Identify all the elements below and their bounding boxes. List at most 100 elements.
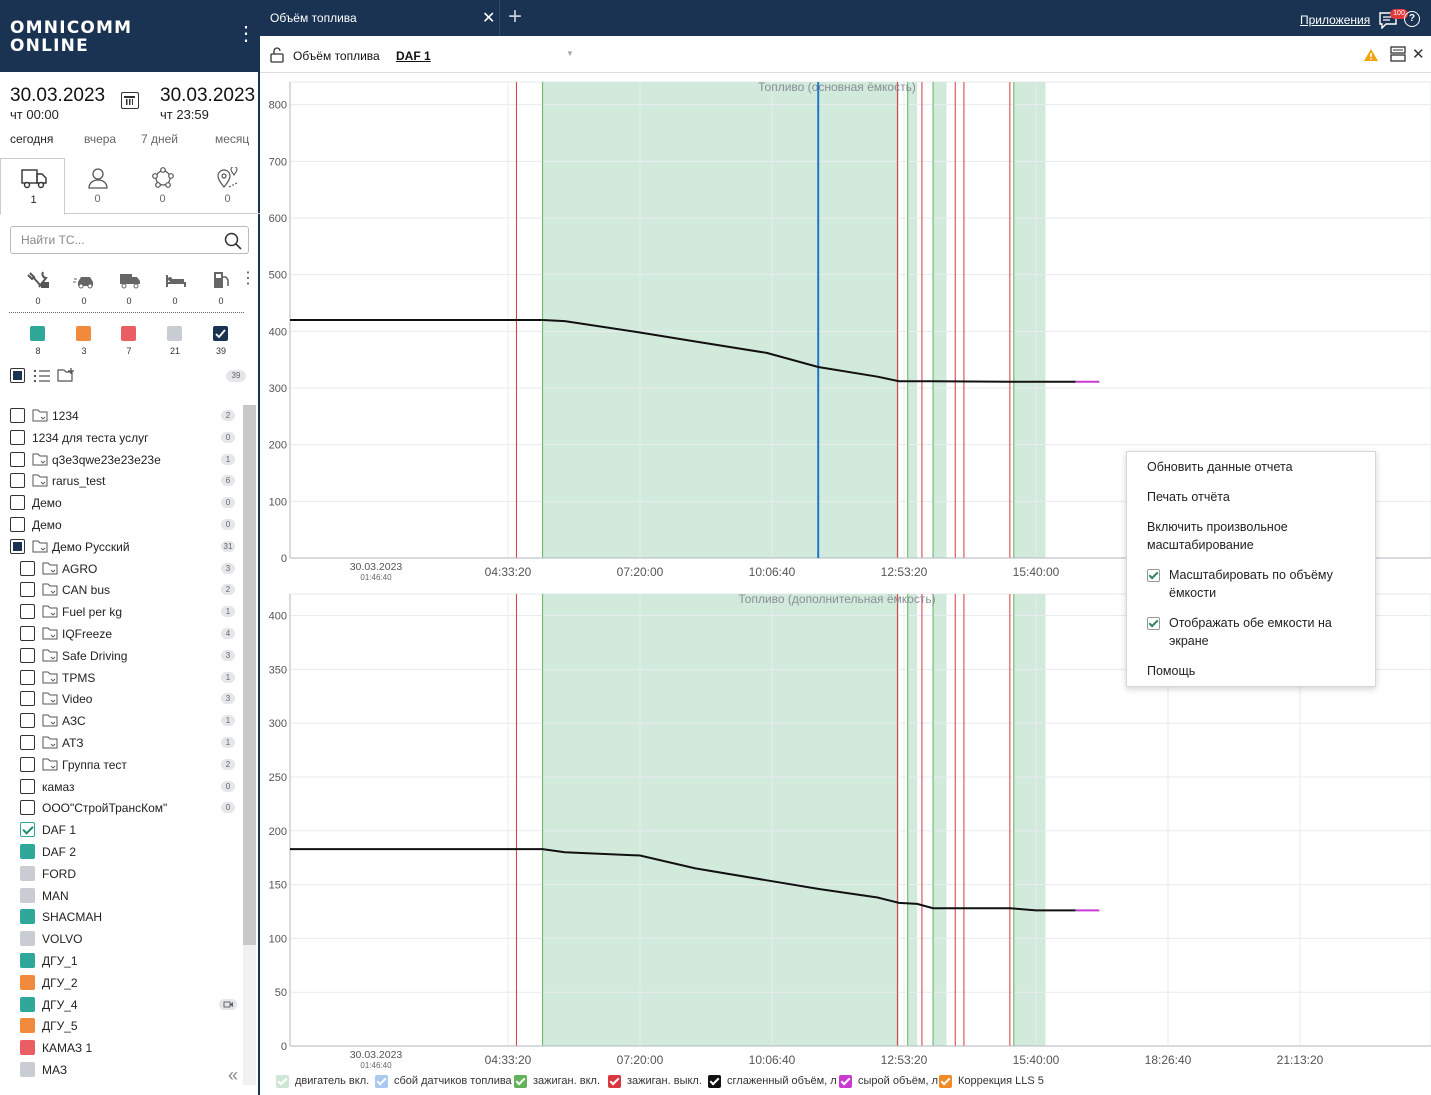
menu-item-show-both-tanks[interactable]: Отображать обе емкости на экране xyxy=(1147,614,1362,650)
tab-drivers[interactable]: 0 xyxy=(65,158,130,214)
tree-row[interactable]: АЗС 1 xyxy=(0,710,240,731)
menu-item-scale-by-tank[interactable]: Масштабировать по объёму ёмкости xyxy=(1147,566,1362,602)
tree-checkbox[interactable] xyxy=(20,626,35,641)
vehicle-color-checkbox[interactable] xyxy=(20,931,35,947)
more-filters-icon[interactable]: ⋮ xyxy=(240,268,256,288)
truck-parked-icon[interactable] xyxy=(118,270,142,290)
vehicle-color-checkbox[interactable] xyxy=(20,953,35,968)
tab-fuel-volume[interactable]: Объём топлива ✕ xyxy=(260,0,500,36)
legend-checkbox[interactable] xyxy=(608,1075,621,1088)
car-moving-icon[interactable] xyxy=(73,270,97,290)
menu-item-refresh[interactable]: Обновить данные отчета xyxy=(1147,458,1362,476)
layout-split-icon[interactable] xyxy=(1390,46,1406,62)
legend-checkbox[interactable] xyxy=(839,1075,852,1088)
legend-checkbox[interactable] xyxy=(514,1075,527,1088)
period-today[interactable]: сегодня xyxy=(10,132,53,146)
color-filter-grey[interactable] xyxy=(167,326,182,341)
period-yesterday[interactable]: вчера xyxy=(84,132,116,146)
unlock-icon[interactable] xyxy=(270,47,284,63)
close-report-icon[interactable]: ✕ xyxy=(1412,45,1425,63)
tree-checkbox[interactable] xyxy=(20,647,35,663)
vehicle-color-checkbox[interactable] xyxy=(20,996,35,1012)
tree-row[interactable]: 1234 2 xyxy=(0,405,240,426)
vehicle-color-checkbox[interactable] xyxy=(20,1040,35,1056)
search-icon[interactable] xyxy=(224,232,242,250)
tree-checkbox[interactable] xyxy=(20,560,35,576)
period-start[interactable]: 30.03.2023 чт 00:00 xyxy=(10,85,105,122)
tree-row[interactable]: КАМАЗ 1 xyxy=(0,1037,240,1058)
tab-vehicles[interactable]: 1 xyxy=(0,158,65,215)
tree-row[interactable]: rarus_test 6 xyxy=(0,470,240,491)
tree-row[interactable]: DAF 1 xyxy=(0,819,240,840)
close-tab-icon[interactable]: ✕ xyxy=(482,8,495,28)
tree-row[interactable]: Fuel per kg 1 xyxy=(0,601,240,622)
video-camera-icon[interactable] xyxy=(219,998,237,1010)
vehicle-color-checkbox[interactable] xyxy=(20,974,35,990)
tree-row[interactable]: Safe Driving 3 xyxy=(0,645,240,666)
tree-row[interactable]: ДГУ_5 xyxy=(0,1015,240,1036)
tree-row[interactable]: CAN bus 2 xyxy=(0,579,240,600)
tree-row[interactable]: ДГУ_4 xyxy=(0,994,240,1015)
tab-geozones[interactable]: 0 xyxy=(195,158,260,214)
tree-row[interactable]: Демо 0 xyxy=(0,492,240,513)
legend-checkbox[interactable] xyxy=(276,1075,289,1088)
tree-checkbox[interactable] xyxy=(20,735,35,750)
legend-checkbox[interactable] xyxy=(708,1075,721,1088)
tree-checkbox[interactable] xyxy=(20,713,35,729)
list-view-icon[interactable] xyxy=(33,368,51,384)
apps-link[interactable]: Приложения xyxy=(1300,13,1370,27)
tree-row[interactable]: ДГУ_2 xyxy=(0,972,240,993)
menu-item-help[interactable]: Помощь xyxy=(1147,662,1362,680)
vehicle-checkbox[interactable] xyxy=(20,822,35,838)
tree-row[interactable]: камаз 0 xyxy=(0,776,240,797)
vehicle-select[interactable]: DAF 1 xyxy=(396,49,431,63)
tree-row[interactable]: Демо 0 xyxy=(0,514,240,535)
vehicle-color-checkbox[interactable] xyxy=(20,1062,35,1077)
tree-row[interactable]: q3e3qwe23e23e23e 1 xyxy=(0,449,240,470)
add-folder-icon[interactable] xyxy=(57,367,75,384)
tree-checkbox[interactable] xyxy=(20,582,35,598)
tree-checkbox[interactable] xyxy=(10,451,25,467)
tree-checkbox[interactable] xyxy=(10,408,25,423)
tree-checkbox[interactable] xyxy=(10,517,25,532)
tree-checkbox[interactable] xyxy=(10,495,25,511)
scale-by-tank-checkbox[interactable] xyxy=(1147,569,1160,582)
tree-row[interactable]: IQFreeze 4 xyxy=(0,623,240,644)
color-filter-red[interactable] xyxy=(121,326,136,341)
color-filter-orange[interactable] xyxy=(76,326,91,341)
tree-row[interactable]: SHACMAH xyxy=(0,906,240,927)
add-tab-icon[interactable]: + xyxy=(508,3,522,31)
vehicle-color-checkbox[interactable] xyxy=(20,887,35,903)
tree-row[interactable]: АТЗ 1 xyxy=(0,732,240,753)
tree-checkbox[interactable] xyxy=(20,691,35,707)
group-checkbox[interactable] xyxy=(10,538,25,554)
tree-checkbox[interactable] xyxy=(10,429,25,445)
tree-checkbox[interactable] xyxy=(20,778,35,794)
tree-row[interactable]: DAF 2 xyxy=(0,841,240,862)
tree-row[interactable]: MAN xyxy=(0,885,240,906)
tree-checkbox[interactable] xyxy=(20,604,35,620)
sidebar-menu-icon[interactable]: ⋮ xyxy=(236,24,256,44)
collapse-sidebar-icon[interactable]: « xyxy=(228,1065,238,1086)
period-month[interactable]: месяц xyxy=(215,132,249,146)
tree-row[interactable]: Демо Русский 31 xyxy=(0,536,240,557)
tree-row[interactable]: 1234 для теста услуг 0 xyxy=(0,427,240,448)
warning-icon[interactable] xyxy=(1363,48,1379,62)
fuel-station-icon[interactable] xyxy=(210,270,234,290)
help-icon[interactable]: ? xyxy=(1404,11,1420,27)
tree-row[interactable]: Video 3 xyxy=(0,688,240,709)
legend-checkbox[interactable] xyxy=(375,1075,388,1088)
select-all-checkbox[interactable] xyxy=(10,368,25,383)
service-icon[interactable] xyxy=(27,270,51,290)
color-filter-all[interactable] xyxy=(213,326,228,341)
menu-item-print[interactable]: Печать отчёта xyxy=(1147,488,1362,506)
legend-checkbox[interactable] xyxy=(939,1075,952,1088)
bed-icon[interactable] xyxy=(164,270,188,290)
period-7-days[interactable]: 7 дней xyxy=(141,132,178,146)
tree-scroll-thumb[interactable] xyxy=(243,405,256,945)
search-input[interactable] xyxy=(11,227,221,253)
period-end[interactable]: 30.03.2023 чт 23:59 xyxy=(160,85,255,122)
tree-row[interactable]: ООО"СтройТрансКом" 0 xyxy=(0,797,240,818)
vehicle-color-checkbox[interactable] xyxy=(20,844,35,859)
color-filter-teal[interactable] xyxy=(30,326,45,341)
